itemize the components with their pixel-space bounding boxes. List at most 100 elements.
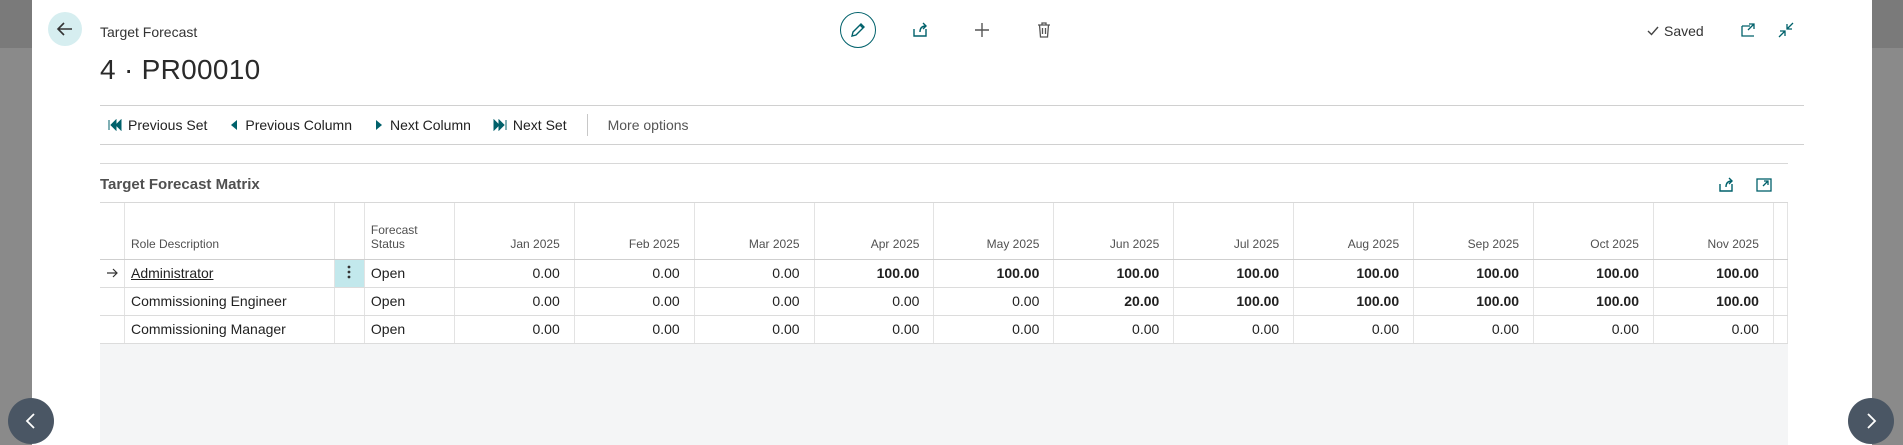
month-value-cell[interactable]: 0.00 xyxy=(933,287,1055,316)
row-indicator-header xyxy=(100,203,125,260)
table-row[interactable]: Administrator Open 0.00 0.00 0.00 100.00… xyxy=(100,259,1789,288)
page-title: 4 · PR00010 xyxy=(100,54,261,85)
plus-icon xyxy=(975,23,989,37)
role-link[interactable]: Administrator xyxy=(131,265,213,281)
month-value-cell[interactable]: 0.00 xyxy=(814,287,935,316)
column-header-month[interactable]: Oct 2025 xyxy=(1533,203,1654,260)
next-column-button[interactable]: Next Column xyxy=(374,117,471,133)
role-description-cell[interactable]: Administrator xyxy=(124,259,335,288)
month-value-cell[interactable]: 100.00 xyxy=(1413,259,1535,288)
month-value-cell[interactable]: 0.00 xyxy=(933,315,1055,344)
matrix-title: Target Forecast Matrix xyxy=(100,176,260,193)
column-header-month[interactable]: Mar 2025 xyxy=(694,203,815,260)
month-value-cell[interactable]: 0.00 xyxy=(454,287,575,316)
row-indicator xyxy=(100,315,125,344)
previous-set-label: Previous Set xyxy=(128,117,208,133)
month-value-cell[interactable]: 100.00 xyxy=(1653,287,1774,316)
forecast-status-cell[interactable]: Open xyxy=(364,287,455,316)
month-value-cell[interactable]: 0.00 xyxy=(574,287,695,316)
month-value-cell[interactable]: 0.00 xyxy=(694,287,815,316)
month-value-cell[interactable]: 100.00 xyxy=(1173,259,1295,288)
column-header-role-description[interactable]: Role Description xyxy=(124,203,335,260)
role-description-cell[interactable]: Commissioning Engineer xyxy=(124,287,335,316)
forecast-status-label-2: Status xyxy=(370,236,405,251)
column-header-month[interactable]: Jun 2025 xyxy=(1053,203,1175,260)
month-value-cell[interactable]: 100.00 xyxy=(1053,259,1175,288)
action-divider xyxy=(586,114,588,136)
row-indicator xyxy=(100,259,125,288)
matrix-expand-button[interactable] xyxy=(1754,175,1774,195)
column-header-month[interactable]: Aug 2025 xyxy=(1293,203,1415,260)
arrow-right-icon xyxy=(107,268,118,278)
role-description-cell[interactable]: Commissioning Manager xyxy=(124,315,335,344)
saved-label: Saved xyxy=(1664,23,1704,39)
column-header-month[interactable]: Jul 2025 xyxy=(1173,203,1295,260)
month-value-cell[interactable]: 100.00 xyxy=(933,259,1055,288)
table-row[interactable]: Commissioning Manager Open 0.00 0.00 0.0… xyxy=(100,315,1789,344)
month-value-cell[interactable]: 100.00 xyxy=(1293,259,1415,288)
previous-column-label: Previous Column xyxy=(245,117,352,133)
previous-set-button[interactable]: Previous Set xyxy=(108,117,207,133)
caret-left-icon xyxy=(231,120,238,130)
previous-column-button[interactable]: Previous Column xyxy=(229,117,352,133)
forecast-status-cell[interactable]: Open xyxy=(364,259,455,288)
month-value-cell[interactable]: 100.00 xyxy=(1293,287,1415,316)
month-value-cell[interactable]: 100.00 xyxy=(1413,287,1535,316)
matrix-header-row: Role Description Forecast Status Jan 202… xyxy=(100,203,1789,260)
month-value-cell[interactable]: 0.00 xyxy=(1293,315,1415,344)
month-value-cell[interactable]: 0.00 xyxy=(694,259,815,288)
delete-button[interactable] xyxy=(1026,12,1062,48)
edit-button[interactable] xyxy=(840,12,876,48)
month-value-cell[interactable]: 100.00 xyxy=(814,259,935,288)
month-value-cell[interactable]: 0.00 xyxy=(1053,315,1175,344)
matrix-share-button[interactable] xyxy=(1716,175,1736,195)
more-options-button[interactable]: More options xyxy=(608,117,689,133)
month-value-cell[interactable]: 0.00 xyxy=(1413,315,1535,344)
collapse-button[interactable] xyxy=(1776,20,1796,40)
chevron-left-icon xyxy=(25,413,35,429)
month-value-cell[interactable]: 20.00 xyxy=(1053,287,1175,316)
column-header-month[interactable]: Feb 2025 xyxy=(574,203,695,260)
column-header-forecast-status[interactable]: Forecast Status xyxy=(364,203,455,260)
row-actions-cell[interactable] xyxy=(334,287,365,316)
month-value-cell[interactable]: 0.00 xyxy=(454,315,575,344)
open-new-window-button[interactable] xyxy=(1738,20,1758,40)
month-value-cell[interactable]: 0.00 xyxy=(1653,315,1774,344)
month-value-cell[interactable]: 0.00 xyxy=(1533,315,1654,344)
column-header-month[interactable]: Jan 2025 xyxy=(454,203,575,260)
trailing-cell xyxy=(1773,287,1789,316)
month-value-cell[interactable]: 0.00 xyxy=(814,315,935,344)
next-record-button[interactable] xyxy=(1848,398,1894,444)
row-actions-cell[interactable] xyxy=(334,315,365,344)
column-header-month[interactable]: Apr 2025 xyxy=(814,203,935,260)
back-button[interactable] xyxy=(48,12,82,46)
next-set-button[interactable]: Next Set xyxy=(493,117,567,133)
month-value-cell[interactable]: 0.00 xyxy=(454,259,575,288)
new-button[interactable] xyxy=(964,12,1000,48)
row-actions-button[interactable] xyxy=(334,259,365,288)
month-value-cell[interactable]: 0.00 xyxy=(574,259,695,288)
caret-right-icon xyxy=(375,120,382,130)
share-icon xyxy=(913,22,927,37)
month-value-cell[interactable]: 0.00 xyxy=(1173,315,1295,344)
matrix-grid-area: Role Description Forecast Status Jan 202… xyxy=(100,203,1789,445)
table-row[interactable]: Commissioning Engineer Open 0.00 0.00 0.… xyxy=(100,287,1789,316)
page-panel: Target Forecast 4 · PR00010 Saved Previo… xyxy=(32,0,1872,445)
month-value-cell[interactable]: 100.00 xyxy=(1533,287,1654,316)
forecast-status-cell[interactable]: Open xyxy=(364,315,455,344)
record-toolbar xyxy=(840,12,1062,48)
saved-status: Saved xyxy=(1646,23,1704,39)
month-value-cell[interactable]: 0.00 xyxy=(574,315,695,344)
share-button[interactable] xyxy=(902,12,938,48)
month-value-cell[interactable]: 100.00 xyxy=(1653,259,1774,288)
previous-record-button[interactable] xyxy=(8,398,54,444)
column-header-month[interactable]: May 2025 xyxy=(933,203,1055,260)
next-set-label: Next Set xyxy=(512,117,567,133)
arrow-left-icon xyxy=(56,22,72,36)
month-value-cell[interactable]: 100.00 xyxy=(1173,287,1295,316)
column-header-month[interactable]: Sep 2025 xyxy=(1413,203,1535,260)
month-value-cell[interactable]: 100.00 xyxy=(1533,259,1654,288)
month-value-cell[interactable]: 0.00 xyxy=(694,315,815,344)
column-header-month[interactable]: Nov 2025 xyxy=(1653,203,1774,260)
trailing-cell xyxy=(1773,259,1789,288)
